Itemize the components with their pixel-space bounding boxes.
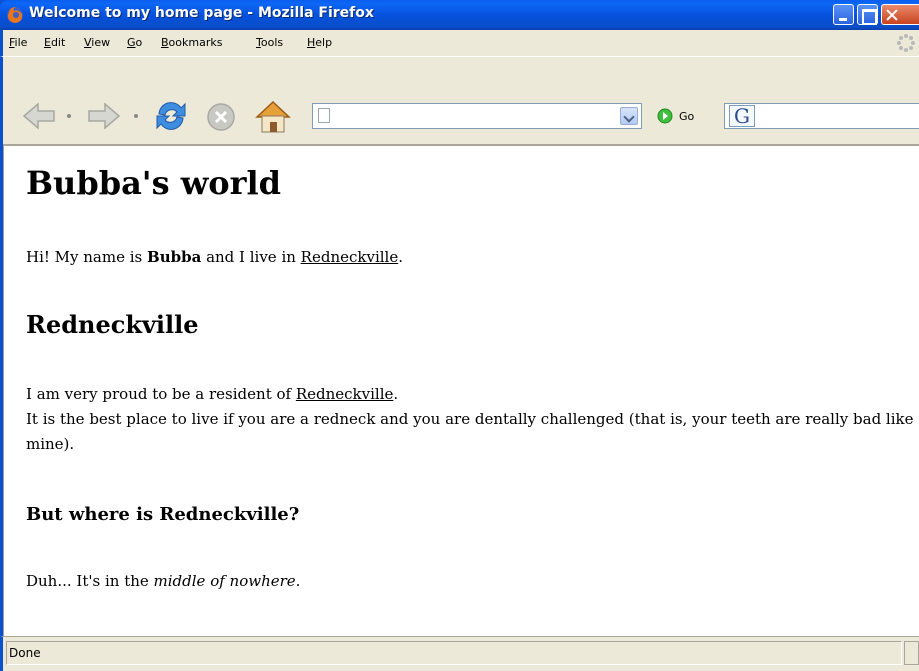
home-icon[interactable] (253, 97, 293, 135)
menu-edit[interactable]: Edit (44, 36, 65, 49)
intro-paragraph: Hi! My name is Bubba and I live in Redne… (26, 248, 403, 266)
browser-window: Welcome to my home page - Mozilla Firefo… (0, 0, 919, 671)
navigation-toolbar (0, 56, 919, 144)
reload-icon[interactable] (152, 98, 190, 134)
url-input[interactable] (335, 107, 615, 125)
title-bar[interactable]: Welcome to my home page - Mozilla Firefo… (0, 0, 919, 30)
url-dropdown-button[interactable] (620, 107, 638, 125)
search-box[interactable]: G (724, 103, 919, 129)
maximize-button[interactable] (857, 4, 878, 25)
forward-icon[interactable] (85, 99, 123, 133)
status-text: Done (9, 646, 41, 660)
menu-go[interactable]: Go (127, 36, 142, 49)
menu-bookmarks[interactable]: Bookmarks (161, 36, 222, 49)
google-search-icon[interactable]: G (729, 105, 755, 127)
menu-view[interactable]: View (84, 36, 110, 49)
status-bar: Done (0, 636, 919, 671)
firefox-icon (7, 7, 23, 23)
menu-bar: File Edit View Go Bookmarks Tools Help (0, 30, 919, 56)
forward-dropdown-icon[interactable] (131, 111, 141, 121)
back-icon[interactable] (20, 99, 58, 133)
redneckville-link[interactable]: Redneckville (301, 248, 399, 266)
page-icon (318, 108, 330, 123)
address-bar[interactable] (312, 103, 642, 129)
menu-file[interactable]: File (9, 36, 27, 49)
stop-icon[interactable] (205, 101, 237, 133)
subsection-heading: But where is Redneckville? (26, 504, 300, 525)
back-dropdown-icon[interactable] (64, 111, 74, 121)
close-button[interactable] (881, 4, 919, 25)
menu-tools[interactable]: Tools (256, 36, 283, 49)
page-heading: Bubba's world (26, 164, 282, 202)
section-heading: Redneckville (26, 310, 199, 339)
status-panel (6, 641, 902, 665)
page-content: Bubba's world Hi! My name is Bubba and I… (3, 146, 919, 636)
window-title: Welcome to my home page - Mozilla Firefo… (29, 5, 374, 21)
throbber-icon (897, 34, 915, 52)
go-button-label[interactable]: Go (679, 110, 694, 123)
menu-help[interactable]: Help (307, 36, 332, 49)
redneckville-link-2[interactable]: Redneckville (296, 385, 394, 403)
go-icon[interactable] (657, 108, 673, 124)
section-paragraph: I am very proud to be a resident of Redn… (26, 385, 914, 453)
resize-grip[interactable] (904, 641, 919, 665)
minimize-button[interactable] (833, 4, 854, 25)
location-paragraph: Duh... It's in the middle of nowhere. (26, 572, 301, 590)
